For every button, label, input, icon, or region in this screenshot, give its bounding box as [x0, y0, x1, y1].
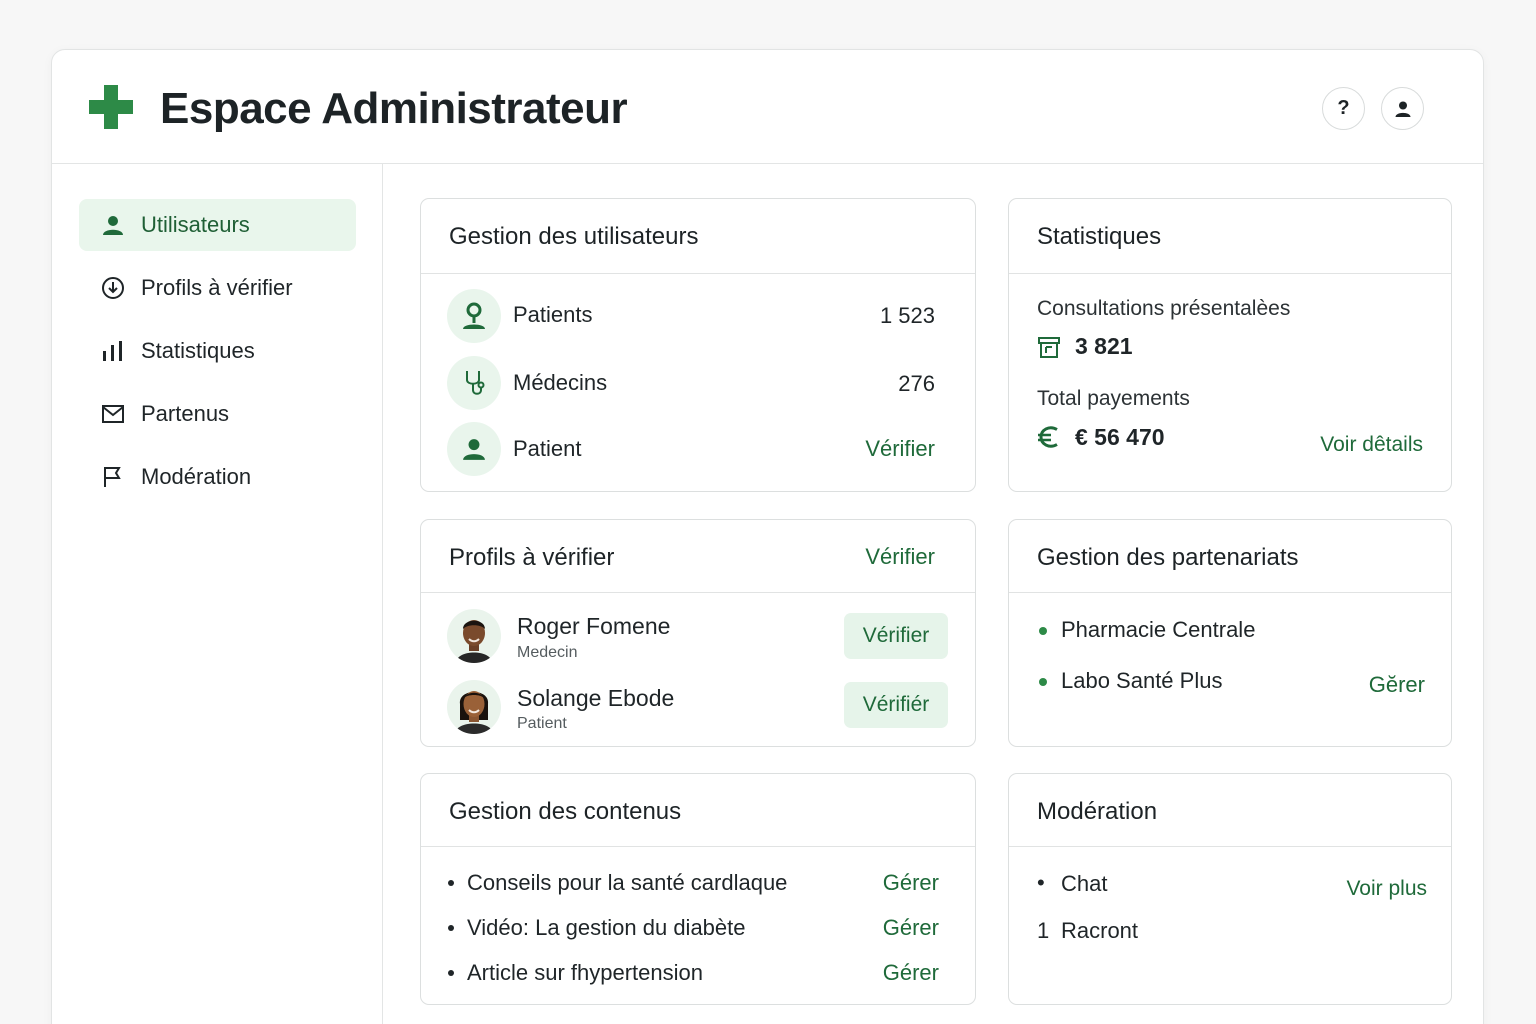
consultations-value: 3 821: [1075, 333, 1133, 359]
card-header: Modération: [1009, 774, 1451, 847]
manage-link[interactable]: Gĕrer: [1369, 672, 1425, 698]
partner-item: Labo Santé Plus: [1061, 668, 1223, 693]
card-title: Gestion des utilisateurs: [449, 223, 699, 250]
bullet: [1039, 678, 1047, 686]
card-header: Profils à vérifier Vérifier: [421, 520, 975, 593]
partners-card: Gestion des partenariats Pharmacie Centr…: [1008, 519, 1452, 747]
content-item: Article sur fhypertension: [467, 960, 703, 985]
app-title: Espace Administrateur: [160, 84, 628, 133]
user-icon: [101, 213, 125, 237]
help-button[interactable]: ?: [1322, 87, 1365, 130]
calendar-icon: [1038, 337, 1060, 358]
content-item: Conseils pour la santé cardlaque: [467, 870, 788, 895]
manage-link[interactable]: Gérer: [883, 870, 939, 896]
verify-button[interactable]: Vérifier: [844, 613, 948, 659]
sidebar-item-label: Statistiques: [141, 338, 255, 363]
content-item: Vidéo: La gestion du diabète: [467, 915, 746, 940]
see-more-link[interactable]: Voir plus: [1346, 877, 1427, 901]
sidebar-item-profils[interactable]: Profils à vérifier: [79, 262, 356, 314]
row-label-medecins: Médecins: [513, 370, 608, 395]
stethoscope-icon: [447, 356, 501, 410]
details-link[interactable]: Voir dêtails: [1320, 433, 1423, 457]
payments-value: € 56 470: [1075, 424, 1165, 450]
sidebar-item-statistiques[interactable]: Statistiques: [79, 325, 356, 377]
card-header: Gestion des contenus: [421, 774, 975, 847]
bullet: [448, 970, 454, 976]
user-icon: [447, 422, 501, 476]
bar-chart-icon: [101, 339, 125, 363]
sidebar-item-label: Partenus: [141, 401, 230, 426]
moderation-item: Chat: [1061, 871, 1108, 896]
person-name: Solange Ebode: [517, 685, 675, 711]
manage-link[interactable]: Gérer: [883, 960, 939, 986]
sidebar-item-partenus[interactable]: Partenus: [79, 388, 356, 440]
sidebar-item-utilisateurs[interactable]: Utilisateurs: [79, 199, 356, 251]
person-role: Medecin: [517, 644, 578, 661]
flag-icon: [101, 465, 125, 489]
card-header: Gestion des utilisateurs: [421, 199, 975, 274]
partner-item: Pharmacie Centrale: [1061, 617, 1256, 642]
content-card: Gestion des contenus Conseils pour la sa…: [420, 773, 976, 1005]
patient-icon: [447, 289, 501, 343]
stats-card: Statistiques Consultations présentalèes …: [1008, 198, 1452, 492]
medical-cross-icon: [89, 85, 133, 129]
verify-link[interactable]: Vérifier: [865, 436, 935, 462]
consultations-label: Consultations présentalèes: [1037, 297, 1291, 320]
card-header: Gestion des partenariats: [1009, 520, 1451, 593]
verify-link[interactable]: Vérifier: [865, 544, 935, 570]
avatar: [447, 680, 501, 734]
shield-check-icon: [101, 276, 125, 300]
bullet: [448, 880, 454, 886]
user-icon: [1395, 101, 1410, 117]
profiles-card: Profils à vérifier Vérifier Roger Fomene…: [420, 519, 976, 747]
card-title: Gestion des contenus: [449, 798, 682, 825]
account-button[interactable]: [1381, 87, 1424, 130]
manage-link[interactable]: Gérer: [883, 915, 939, 941]
moderation-card: Modération • Chat 1 Racront Voir plus: [1008, 773, 1452, 1005]
bullet: [448, 925, 454, 931]
person-name: Roger Fomene: [517, 613, 671, 639]
app-header: Espace Administrateur ?: [52, 50, 1483, 164]
sidebar-item-label: Profils à vérifier: [141, 275, 293, 300]
card-title: Modération: [1037, 798, 1158, 825]
row-label-patient: Patient: [513, 436, 582, 461]
avatar: [447, 609, 501, 663]
help-icon: ?: [1337, 97, 1350, 119]
bullet: [1039, 627, 1047, 635]
person-role: Patient: [517, 715, 567, 732]
app-window: Espace Administrateur ? Utilisateurs Pro…: [51, 49, 1484, 1024]
sidebar-item-label: Utilisateurs: [141, 212, 250, 237]
list-marker: •: [1037, 870, 1045, 895]
sidebar-item-moderation[interactable]: Modération: [79, 451, 356, 503]
list-marker: 1: [1037, 918, 1050, 943]
payments-label: Total payements: [1037, 387, 1190, 410]
card-header: Statistiques: [1009, 199, 1451, 274]
row-value-patients: 1 523: [879, 303, 935, 328]
card-title: Statistiques: [1037, 223, 1162, 250]
sidebar: Utilisateurs Profils à vérifier Statisti…: [52, 164, 383, 1024]
euro-icon: [1038, 426, 1058, 448]
row-label-patients: Patients: [513, 302, 593, 327]
sidebar-item-label: Modération: [141, 464, 252, 489]
row-value-medecins: 276: [898, 371, 935, 396]
card-title: Gestion des partenariats: [1037, 544, 1299, 571]
verify-button[interactable]: Vérifiér: [844, 682, 948, 728]
users-card: Gestion des utilisateurs Patients 1 523 …: [420, 198, 976, 492]
mail-icon: [101, 402, 125, 426]
card-title: Profils à vérifier: [449, 544, 615, 571]
moderation-item: Racront: [1061, 918, 1139, 943]
